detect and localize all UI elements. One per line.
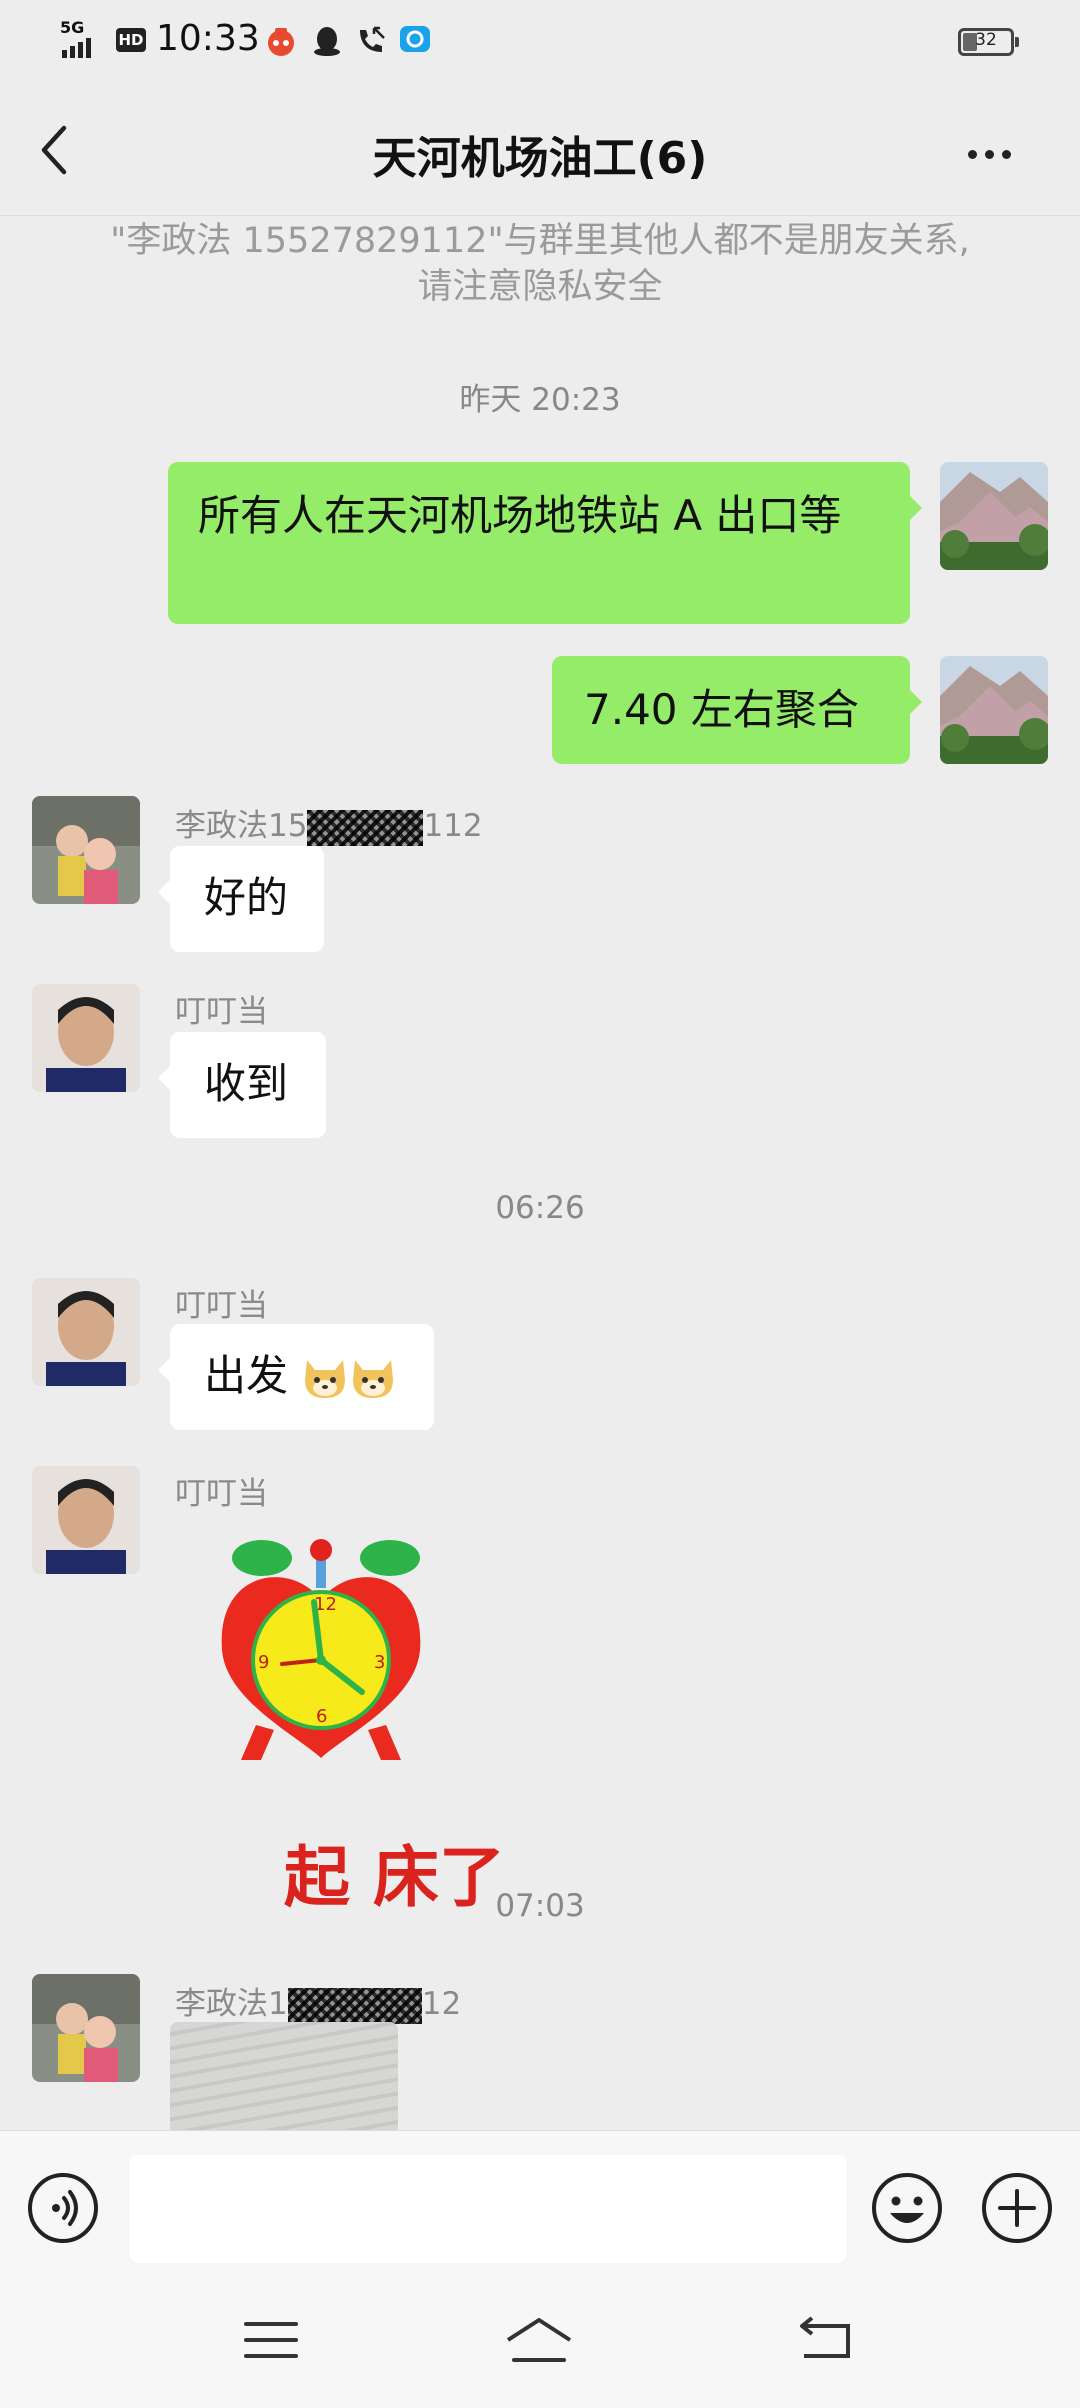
system-nav-bar xyxy=(0,2280,1080,2408)
status-bar: 5G HD 10:33 32 xyxy=(0,0,1080,80)
avatar-li-zhengfa[interactable] xyxy=(32,1974,140,2082)
svg-text:3: 3 xyxy=(374,1652,385,1673)
qq-icon xyxy=(314,27,340,56)
missed-call-icon xyxy=(360,26,385,52)
message-bubble-other[interactable]: 好的 xyxy=(158,846,324,952)
message-text: 7.40 左右聚合 xyxy=(584,685,859,734)
redaction-mask xyxy=(307,809,424,846)
browser-app-icon xyxy=(400,26,430,52)
battery-icon: 32 xyxy=(958,28,1019,56)
sender-name: 叮叮当 xyxy=(175,1476,268,1512)
voice-icon[interactable] xyxy=(28,2173,98,2243)
message-text: 出发 xyxy=(204,1351,289,1400)
sender-name: 李政法15 112 xyxy=(175,808,483,846)
svg-text:9: 9 xyxy=(258,1652,269,1673)
back-nav-icon[interactable] xyxy=(790,2310,860,2370)
emoji-icon[interactable] xyxy=(870,2171,944,2245)
message-bubble-mine[interactable]: 7.40 左右聚合 xyxy=(552,656,922,764)
more-horizontal-icon[interactable] xyxy=(968,134,1038,174)
sender-name: 叮叮当 xyxy=(175,1288,268,1324)
message-text: 所有人在天河机场地铁站 A 出口等 xyxy=(198,491,842,540)
sender-name: 叮叮当 xyxy=(175,994,268,1030)
avatar-self[interactable] xyxy=(940,462,1048,570)
timestamp: 06:26 xyxy=(495,1190,585,1226)
avatar-dingdingdang[interactable] xyxy=(32,984,140,1092)
message-bubble-other[interactable]: 收到 xyxy=(158,1032,326,1138)
chat-header: 天河机场油工(6) xyxy=(0,80,1080,216)
input-bar xyxy=(0,2130,1080,2281)
timestamp: 07:03 xyxy=(495,1888,585,1924)
notice-line: "李政法 15527829112"与群里其他人都不是朋友关系, xyxy=(110,221,970,261)
notice-line: 请注意隐私安全 xyxy=(417,267,663,307)
home-icon[interactable] xyxy=(504,2310,574,2370)
app-notification-icon xyxy=(268,28,294,56)
signal-icon: 5G xyxy=(60,18,110,58)
svg-text:6: 6 xyxy=(316,1706,327,1727)
avatar-self[interactable] xyxy=(940,656,1048,764)
privacy-notice: "李政法 15527829112"与群里其他人都不是朋友关系, 请注意隐私安全 xyxy=(80,218,1000,310)
plus-icon[interactable] xyxy=(980,2171,1054,2245)
doge-emoji-icon xyxy=(305,1359,346,1398)
message-text: 收到 xyxy=(204,1059,289,1108)
page-title: 天河机场油工(6) xyxy=(372,133,708,184)
avatar-dingdingdang[interactable] xyxy=(32,1278,140,1386)
image-message-thumbnail[interactable] xyxy=(170,2022,398,2130)
status-time: 10:33 xyxy=(156,18,260,59)
hd-badge: HD xyxy=(116,28,146,52)
message-input[interactable] xyxy=(130,2155,846,2263)
redaction-mask xyxy=(287,1987,422,2024)
menu-icon[interactable] xyxy=(236,2310,306,2370)
timestamp: 昨天 20:23 xyxy=(459,382,621,418)
avatar-dingdingdang[interactable] xyxy=(32,1466,140,1574)
sender-name: 李政法1 12 xyxy=(175,1986,462,2024)
message-text: 好的 xyxy=(204,873,289,922)
message-bubble-mine[interactable]: 所有人在天河机场地铁站 A 出口等 xyxy=(168,462,922,624)
doge-emoji-icon xyxy=(353,1359,394,1398)
alarm-clock-sticker[interactable]: 12 3 6 9 起 床了 xyxy=(186,1530,505,1916)
message-bubble-other[interactable]: 出发 xyxy=(158,1324,434,1430)
avatar-li-zhengfa[interactable] xyxy=(32,796,140,904)
